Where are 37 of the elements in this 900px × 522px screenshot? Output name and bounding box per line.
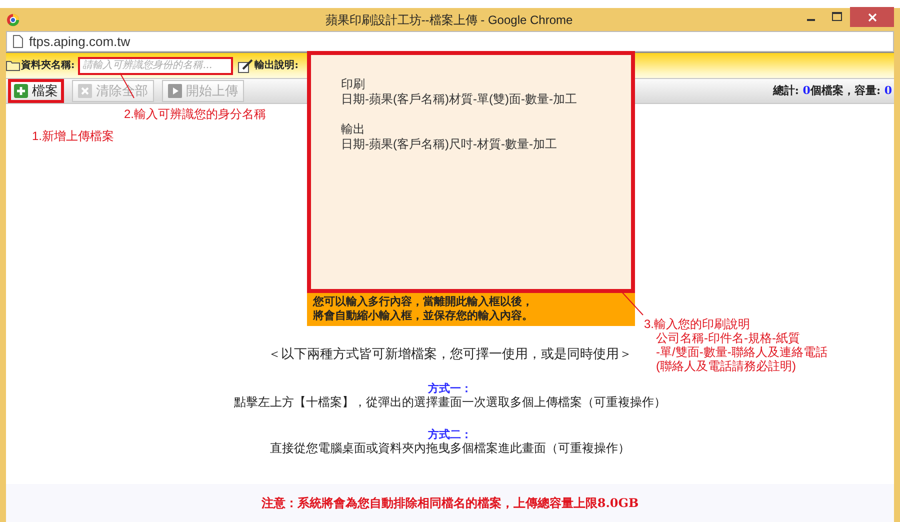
url-text: ftps.aping.com.tw: [29, 32, 130, 51]
totals-text: 總計: 0個檔案，容量: 0: [772, 82, 892, 99]
folder-name-label: 資料夾名稱:: [21, 58, 75, 73]
play-icon: [168, 84, 182, 98]
close-icon: [868, 12, 876, 22]
annotation-text: 公司名稱-印件名-規格-紙質: [655, 331, 801, 345]
page-icon: [13, 35, 23, 48]
maximize-icon: [832, 12, 842, 22]
instructions-intro: ＜以下兩種方式皆可新增檔案，您可擇一使用，或是同時使用＞: [268, 345, 632, 363]
plus-icon: [14, 84, 28, 98]
minimize-icon: [807, 19, 815, 21]
folder-icon: [6, 60, 20, 71]
annotation-text: 1.新增上傳檔案: [32, 129, 114, 143]
method-text: 點擊左上方【十檔案】，從彈出的選擇畫面一次選取多個上傳檔案（可重複操作）: [234, 394, 666, 410]
annotation-text: 2.輸入可辨識您的身分名稱: [124, 107, 266, 121]
method-text: 直接從您電腦桌面或資料夾內拖曳多個檔案進此畫面（可重複操作）: [270, 440, 630, 456]
notice-text: 注意：系統將會為您自動排除相同檔名的檔案，上傳總容量上限8.0GB: [261, 495, 639, 512]
description-field[interactable]: 印刷 日期-蘋果(客戶名稱)材質-單(雙)面-數量-加工 輸出 日期-蘋果(客戶名稱)尺吋-材質-數量-加工: [307, 51, 635, 293]
method-title: 方式一：: [428, 382, 472, 394]
browser-icon: [6, 12, 20, 26]
description-line: 日期-蘋果(客戶名稱)材質-單(雙)面-數量-加工: [341, 92, 578, 107]
description-line: 日期-蘋果(客戶名稱)尺吋-材質-數量-加工: [341, 137, 558, 152]
close-icon: [78, 84, 92, 98]
method-title: 方式二：: [428, 428, 472, 440]
popup-note: 您可以輸入多行內容，當離開此輸入框以後， 將會自動縮小輸入框，並保存您的輸入內容。: [307, 293, 635, 326]
annotation-text: 3.輸入您的印刷說明: [644, 317, 752, 331]
edit-icon: [238, 58, 254, 72]
window-title: 蘋果印刷設計工坊--檔案上傳 - Google Chrome: [324, 12, 574, 28]
annotation-text: -單/雙面-數量-聯絡人及連絡電話: [655, 345, 828, 359]
address-bar[interactable]: ftps.aping.com.tw: [6, 31, 894, 52]
close-button[interactable]: [850, 7, 894, 27]
description-line: 輸出: [341, 122, 366, 137]
description-line: 印刷: [341, 77, 366, 92]
folder-name-field[interactable]: 請輸入可辨識您身份的名稱...: [78, 56, 233, 74]
add-file-button[interactable]: 檔案: [8, 79, 64, 103]
output-description-label: 輸出說明:: [254, 58, 298, 73]
annotation-text: (聯絡人及電話請務必註明): [655, 359, 797, 373]
